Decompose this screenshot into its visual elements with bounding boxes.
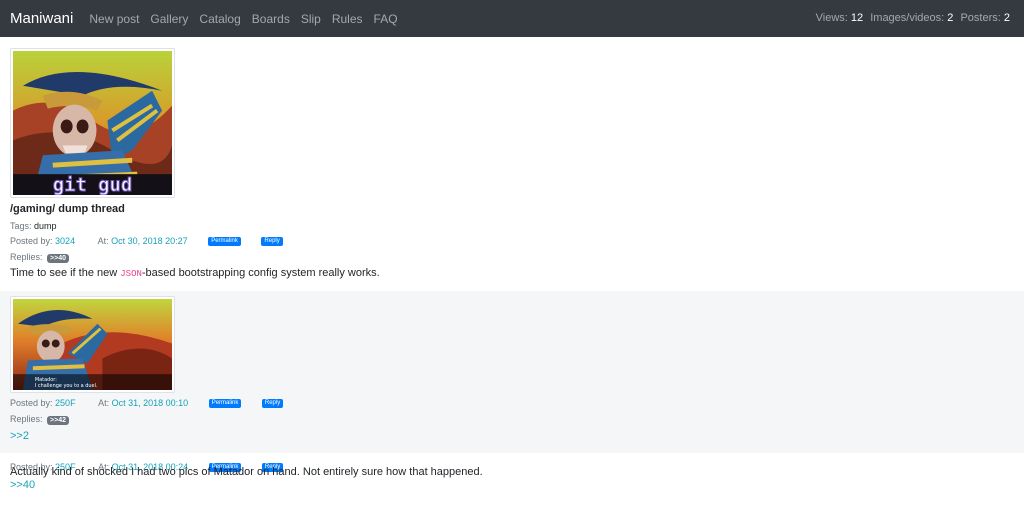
reply-post: Posted by: 250F At: Oct 31, 2018 00:24 P… <box>0 453 1024 523</box>
reply-image-thumbnail[interactable]: Matador: I challenge you to a duel. <box>10 296 175 393</box>
tag-link[interactable]: dump <box>34 221 57 231</box>
reply1-reply-ref[interactable]: >>42 <box>47 416 69 425</box>
posters-count: 2 <box>1003 12 1010 24</box>
posted-by-label: Posted by: <box>10 236 53 246</box>
brand-link[interactable]: Maniwani <box>10 10 73 27</box>
nav-gallery[interactable]: Gallery <box>150 12 188 26</box>
reply-post: Matador: I challenge you to a duel. Post… <box>0 291 1024 453</box>
op-permalink-button[interactable]: Permalink <box>208 237 241 247</box>
thread-tags: Tags: dump <box>10 221 57 231</box>
op-image-thumbnail[interactable]: git gud <box>10 48 175 198</box>
views-count: 12 <box>850 12 864 24</box>
reply1-reply-button[interactable]: Reply <box>261 399 284 409</box>
reply-image: Matador: I challenge you to a duel. <box>13 299 172 390</box>
op-image: git gud <box>13 51 172 195</box>
nav-catalog[interactable]: Catalog <box>199 12 240 26</box>
reply1-meta: Posted by: 250F At: Oct 31, 2018 00:10 P… <box>10 398 284 409</box>
nav-slip[interactable]: Slip <box>301 12 321 26</box>
reply2-quote-link[interactable]: >>40 <box>10 479 35 491</box>
reply2-body: Actually kind of shocked I had two pics … <box>10 466 483 478</box>
op-body: Time to see if the new JSON-based bootst… <box>10 267 380 279</box>
tags-label: Tags: <box>10 221 32 231</box>
thread-subject: /gaming/ dump thread <box>10 203 125 215</box>
op-reply-button[interactable]: Reply <box>261 237 283 247</box>
replies-label: Replies: <box>10 414 43 424</box>
at-label: At: <box>98 398 110 408</box>
images-count: 2 <box>947 12 954 24</box>
op-replies: Replies: >>40 <box>10 252 69 263</box>
op-body-code: JSON <box>120 269 142 279</box>
op-post: git gud /gaming/ dump thread Tags: dump … <box>0 37 1024 291</box>
op-author[interactable]: 3024 <box>55 236 75 246</box>
op-meta: Posted by: 3024 At: Oct 30, 2018 20:27 P… <box>10 236 283 247</box>
replies-label: Replies: <box>10 252 43 262</box>
at-label: At: <box>97 236 109 246</box>
images-label: Images/videos: <box>870 12 945 24</box>
op-reply-ref[interactable]: >>40 <box>47 254 69 263</box>
nav-boards[interactable]: Boards <box>252 12 290 26</box>
reply1-date[interactable]: Oct 31, 2018 00:10 <box>112 398 189 408</box>
nav-rules[interactable]: Rules <box>332 12 363 26</box>
reply1-replies: Replies: >>42 <box>10 414 69 425</box>
op-date[interactable]: Oct 30, 2018 20:27 <box>111 236 188 246</box>
top-navbar: Maniwani New post Gallery Catalog Boards… <box>0 0 1024 37</box>
views-label: Views: <box>815 12 848 24</box>
reply1-quote-link[interactable]: >>2 <box>10 430 29 442</box>
posted-by-label: Posted by: <box>10 398 53 408</box>
nav-new-post[interactable]: New post <box>89 12 139 26</box>
subtitle-line2: I challenge you to a duel. <box>35 383 98 389</box>
thread-stats: Views: 12 Images/videos: 2 Posters: 2 <box>816 12 1010 24</box>
op-body-before: Time to see if the new <box>10 267 121 279</box>
reply1-permalink-button[interactable]: Permalink <box>208 399 242 409</box>
nav-faq[interactable]: FAQ <box>374 12 398 26</box>
reply1-author[interactable]: 250F <box>55 398 76 408</box>
op-body-after: -based bootstrapping config system reall… <box>141 267 380 279</box>
posters-label: Posters: <box>960 12 1001 24</box>
op-image-caption: git gud <box>53 174 133 195</box>
